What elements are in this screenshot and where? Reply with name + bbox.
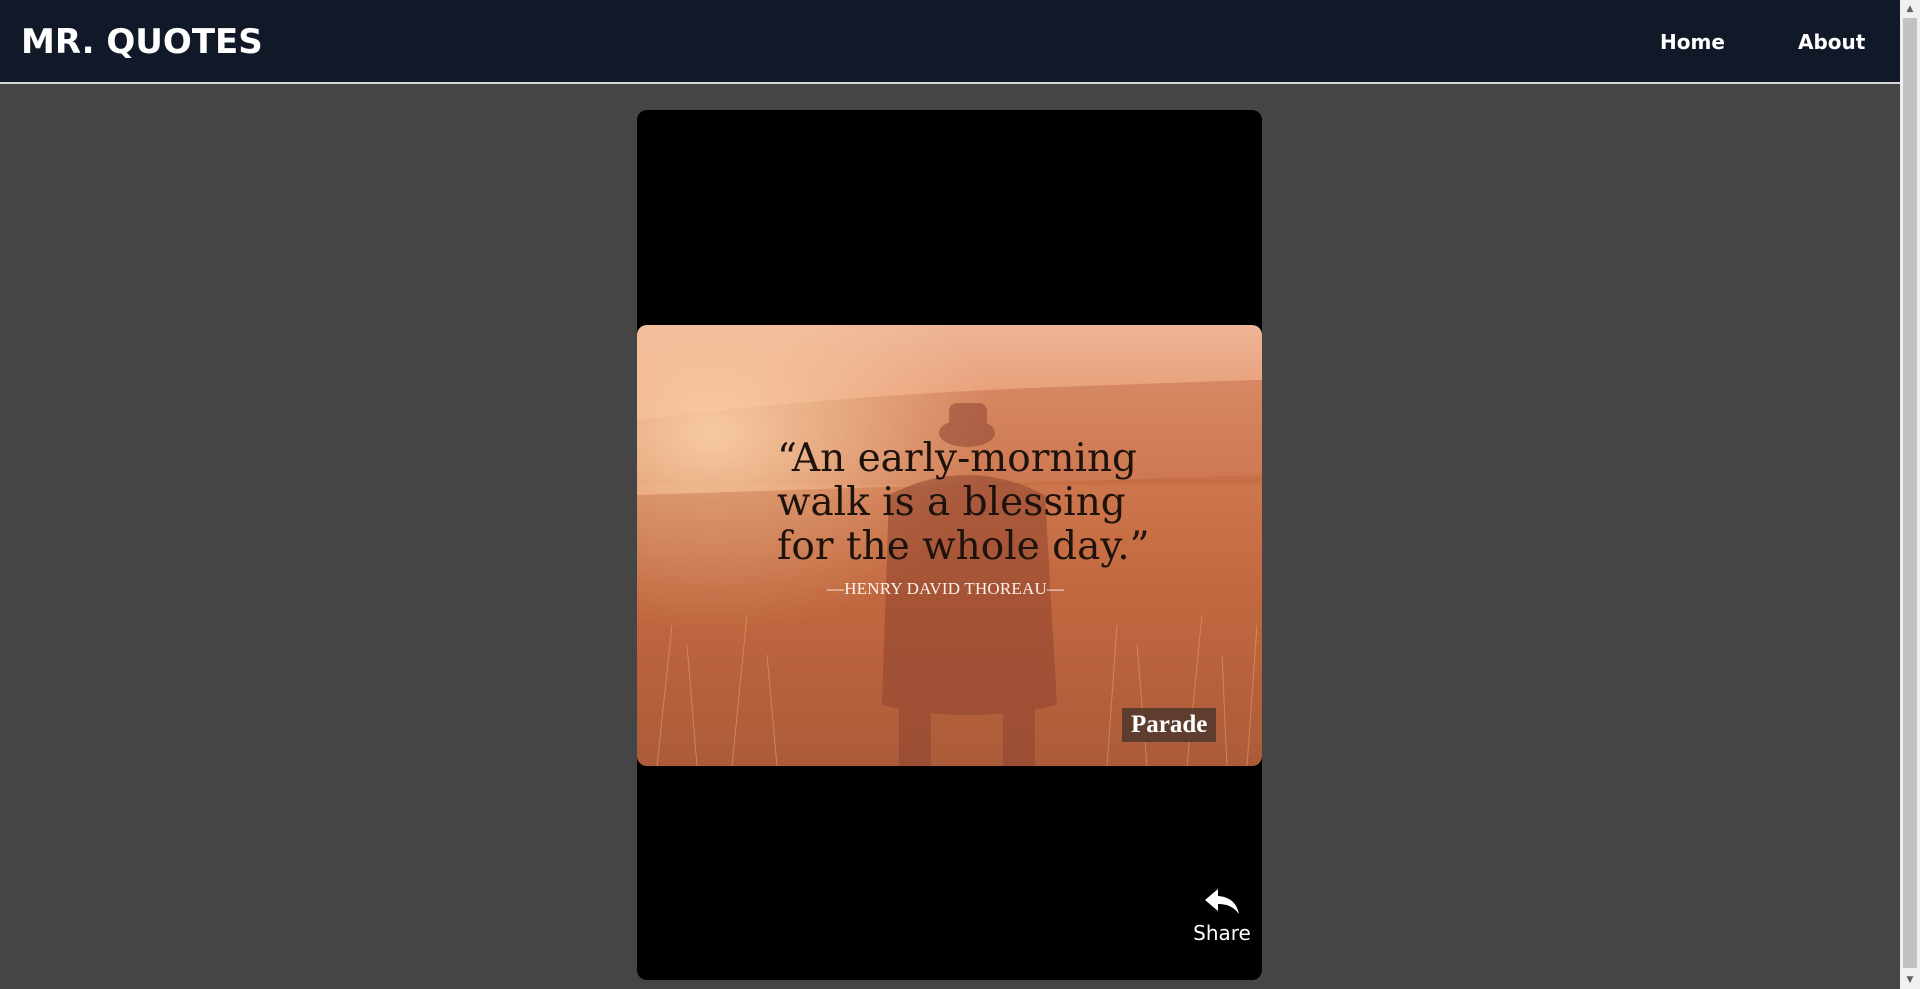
parade-watermark: Parade — [1122, 708, 1217, 742]
quote-text: “An early-morning walk is a blessing for… — [777, 436, 1150, 569]
quote-author: —HENRY DAVID THOREAU— — [827, 579, 1065, 598]
top-navbar: MR. QUOTES Home About — [0, 0, 1900, 84]
vertical-scrollbar[interactable]: ▲ ▼ — [1900, 0, 1920, 989]
share-button[interactable]: Share — [1192, 887, 1252, 945]
quote-card: “An early-morning walk is a blessing for… — [637, 110, 1262, 980]
brand-logo[interactable]: MR. QUOTES — [21, 20, 263, 64]
quote-image: “An early-morning walk is a blessing for… — [637, 325, 1262, 766]
nav-about-link[interactable]: About — [1798, 28, 1865, 56]
scroll-up-arrow-icon[interactable]: ▲ — [1900, 0, 1920, 18]
scrollbar-thumb[interactable] — [1903, 18, 1917, 968]
nav-home-link[interactable]: Home — [1660, 28, 1725, 56]
share-reply-icon — [1205, 889, 1239, 914]
share-label: Share — [1193, 921, 1251, 945]
scroll-down-arrow-icon[interactable]: ▼ — [1900, 971, 1920, 989]
